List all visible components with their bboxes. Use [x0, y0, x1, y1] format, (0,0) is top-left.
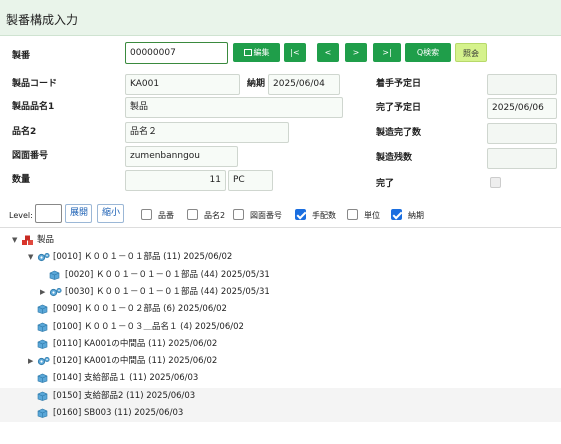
option-label: 納期 — [408, 211, 424, 220]
option-checkbox[interactable] — [141, 209, 152, 220]
option-checkbox[interactable] — [347, 209, 358, 220]
due-label: 納期 — [247, 79, 266, 89]
tree-node[interactable]: ▼ 製品 — [0, 232, 561, 249]
tree-node[interactable]: [0150] 支給部品2 (11) 2025/06/03 — [0, 387, 561, 405]
tree-node-label: [0150] 支給部品2 (11) 2025/06/03 — [53, 390, 196, 401]
search-button[interactable]: Q検索 — [405, 43, 451, 62]
tree-node-label: [0160] SB003 (11) 2025/06/03 — [53, 408, 184, 418]
tree-node-label: [0010] Ｋ００１－０１部品 (11) 2025/06/02 — [53, 252, 233, 263]
tree-node-label: 製品 — [37, 235, 55, 245]
collapse-button[interactable]: 縮小 — [97, 204, 124, 223]
tree-node-label: [0090] Ｋ００１－０２部品 (6) 2025/06/02 — [53, 304, 227, 315]
product-name-field[interactable]: 製品 — [125, 97, 343, 118]
qty-field[interactable]: 11 — [125, 170, 226, 191]
inquiry-button[interactable]: 照会 — [455, 43, 487, 62]
caret-right-icon[interactable]: ▶ — [40, 284, 45, 301]
qty-label: 数量 — [12, 175, 31, 185]
tree-node[interactable]: [0110] KA001の中間品 (11) 2025/06/02 — [0, 336, 561, 353]
seiban-input[interactable]: 00000007 — [125, 42, 228, 64]
made-count-field[interactable] — [487, 123, 557, 144]
remain-label: 製造残数 — [376, 153, 413, 163]
tree-node[interactable]: ▶ [0120] KA001の中間品 (11) 2025/06/02 — [0, 353, 561, 370]
caret-down-icon[interactable]: ▼ — [28, 249, 33, 266]
window-title: 製番構成入力 — [6, 13, 79, 27]
tree-node-label: [0120] KA001の中間品 (11) 2025/06/02 — [53, 356, 218, 367]
product-code-label: 製品コード — [12, 79, 58, 89]
prev-button[interactable]: < — [317, 43, 339, 62]
complete-plan-label: 完了予定日 — [376, 103, 422, 113]
first-button[interactable]: |< — [284, 43, 306, 62]
option-checkbox[interactable] — [187, 209, 198, 220]
seiban-label: 製番 — [12, 51, 31, 61]
option-label: 品番 — [158, 211, 174, 220]
made-count-label: 製造完了数 — [376, 128, 422, 138]
start-label: 着手予定日 — [376, 79, 422, 89]
title-bar: 製番構成入力 — [0, 0, 561, 36]
unit-field[interactable]: PC — [228, 170, 273, 191]
edit-button[interactable]: 編集 — [233, 43, 280, 62]
remain-field[interactable] — [487, 148, 557, 169]
edit-icon — [243, 49, 252, 56]
next-button[interactable]: > — [345, 43, 367, 62]
box-icon — [37, 408, 48, 425]
name2-field[interactable]: 品名２ — [125, 122, 289, 143]
tree-node-label: [0110] KA001の中間品 (11) 2025/06/02 — [53, 338, 218, 349]
complete-plan-field[interactable]: 2025/06/06 — [487, 98, 557, 119]
start-field[interactable] — [487, 74, 557, 95]
product-code-field[interactable]: KA001 — [125, 74, 240, 95]
option-checkbox[interactable] — [295, 209, 306, 220]
edit-button-label: 編集 — [253, 48, 270, 57]
tree-node[interactable]: [0140] 支給部品１ (11) 2025/06/03 — [0, 370, 561, 387]
level-label: Level: — [9, 211, 33, 220]
tree-node[interactable]: [0090] Ｋ００１－０２部品 (6) 2025/06/02 — [0, 301, 561, 318]
caret-right-icon[interactable]: ▶ — [28, 353, 33, 370]
expand-button[interactable]: 展開 — [65, 204, 92, 223]
option-label: 図面番号 — [250, 211, 282, 220]
option-checkbox[interactable] — [391, 209, 402, 220]
tree-node-label: [0100] Ｋ００１－０３＿品名１ (4) 2025/06/02 — [53, 321, 244, 332]
option-label: 品名2 — [204, 211, 226, 220]
divider — [0, 227, 561, 228]
drawing-field[interactable]: zumenbanngou — [125, 146, 238, 167]
product-name-label: 製品品名1 — [12, 102, 55, 112]
tree-node-label: [0140] 支給部品１ (11) 2025/06/03 — [53, 373, 199, 384]
tree-node[interactable]: [0020] Ｋ００１－０１－０１部品 (44) 2025/05/31 — [0, 267, 561, 284]
due-field[interactable]: 2025/06/04 — [268, 74, 340, 95]
tree-node[interactable]: [0100] Ｋ００１－０３＿品名１ (4) 2025/06/02 — [0, 319, 561, 336]
tree-node[interactable]: ▶ [0030] Ｋ００１－０１－０１部品 (44) 2025/05/31 — [0, 284, 561, 301]
tree-node[interactable]: [0160] SB003 (11) 2025/06/03 — [0, 405, 561, 422]
tree-node[interactable]: ▼ [0010] Ｋ００１－０１部品 (11) 2025/06/02 — [0, 249, 561, 266]
tree-node-label: [0030] Ｋ００１－０１－０１部品 (44) 2025/05/31 — [65, 286, 270, 297]
drawing-label: 図面番号 — [12, 151, 49, 161]
option-label: 単位 — [364, 211, 380, 220]
done-label: 完了 — [376, 179, 395, 189]
caret-down-icon[interactable]: ▼ — [12, 232, 17, 249]
tree-node-label: [0020] Ｋ００１－０１－０１部品 (44) 2025/05/31 — [65, 269, 270, 280]
option-checkbox[interactable] — [233, 209, 244, 220]
name2-label: 品名2 — [12, 127, 37, 137]
last-button[interactable]: >| — [373, 43, 401, 62]
option-label: 手配数 — [312, 211, 336, 220]
done-checkbox[interactable] — [490, 177, 501, 188]
level-input[interactable] — [35, 204, 62, 223]
